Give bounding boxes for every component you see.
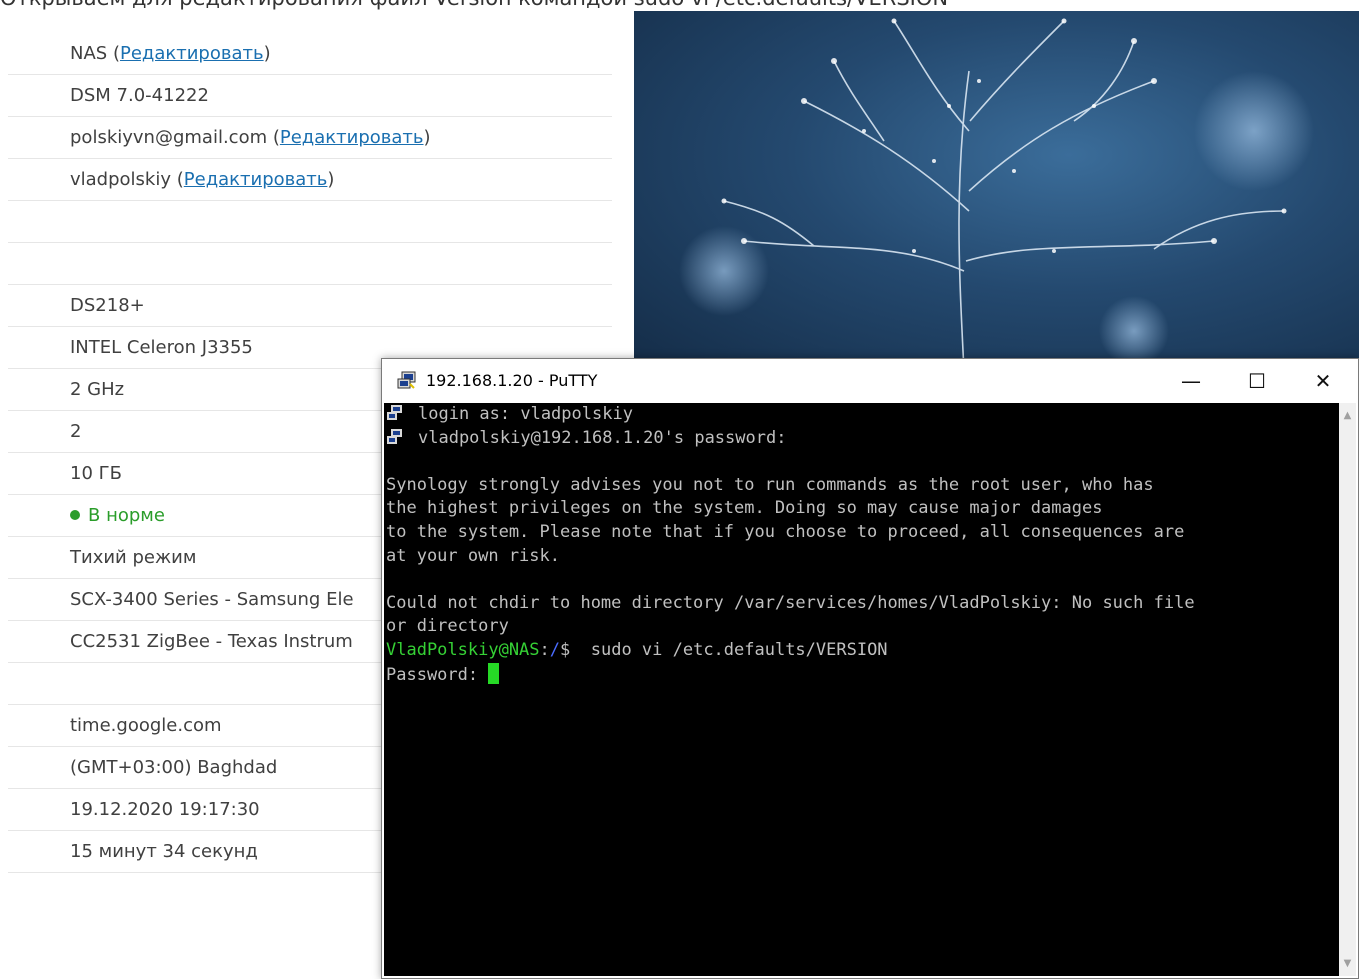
terminal-text: to the system. Please note that if you c…	[386, 521, 1185, 542]
info-value: 10 ГБ	[70, 463, 122, 484]
terminal-line: login as: vladpolskiy	[384, 403, 1339, 427]
scroll-up-icon[interactable]: ▲	[1339, 407, 1356, 424]
info-value: DSM 7.0-41222	[70, 85, 209, 106]
terminal-line: at your own risk.	[384, 545, 1339, 569]
status-text: В норме	[88, 505, 165, 526]
terminal-line: or directory	[384, 615, 1339, 639]
terminal-line: the highest privileges on the system. Do…	[384, 497, 1339, 521]
scroll-down-icon[interactable]: ▼	[1339, 955, 1356, 972]
terminal-line: Synology strongly advises you not to run…	[384, 474, 1339, 498]
info-value: SCX-3400 Series - Samsung Ele	[70, 589, 354, 610]
prompt-command: $ sudo vi /etc.defaults/VERSION	[560, 639, 888, 660]
terminal-text: the highest privileges on the system. Do…	[386, 498, 1103, 519]
terminal-text: vladpolskiy@192.168.1.20's password:	[418, 427, 787, 448]
terminal-text: login as: vladpolskiy	[418, 404, 633, 424]
minimize-button[interactable]: —	[1158, 359, 1224, 403]
terminal-text: Could not chdir to home directory /var/s…	[386, 592, 1195, 613]
wallpaper-image	[634, 11, 1359, 371]
terminal-text: Synology strongly advises you not to run…	[386, 474, 1154, 495]
info-value: (GMT+03:00) Baghdad	[70, 757, 278, 778]
terminal-scrollbar[interactable]: ▲ ▼	[1339, 403, 1356, 976]
info-row: polskiyvn@gmail.com (Редактировать)	[8, 117, 612, 159]
info-row: DSM 7.0-41222	[8, 75, 612, 117]
close-button[interactable]: ✕	[1290, 359, 1356, 403]
putty-titlebar[interactable]: 192.168.1.20 - PuTTY — ☐ ✕	[382, 359, 1358, 403]
info-row	[8, 201, 612, 243]
putty-app-icon	[397, 371, 416, 389]
maximize-button[interactable]: ☐	[1224, 359, 1290, 403]
info-value: INTEL Celeron J3355	[70, 337, 253, 358]
info-value: NAS	[70, 43, 108, 64]
terminal-text: at your own risk.	[386, 545, 560, 566]
info-value: 2 GHz	[70, 379, 125, 400]
edit-link[interactable]: Редактировать	[120, 43, 264, 64]
frost-plant-graphic	[679, 18, 1314, 371]
terminal-line: to the system. Please note that if you c…	[384, 521, 1339, 545]
info-value: CC2531 ZigBee - Texas Instrum	[70, 631, 353, 652]
info-value: vladpolskiy	[70, 169, 172, 190]
password-line: Password:	[384, 662, 1339, 687]
info-value: time.google.com	[70, 715, 222, 736]
info-row: vladpolskiy (Редактировать)	[8, 159, 612, 201]
terminal-line: vladpolskiy@192.168.1.20's password:	[384, 427, 1339, 451]
info-value: DS218+	[70, 295, 145, 316]
info-value: 19.12.2020 19:17:30	[70, 799, 260, 820]
prompt-separator: :	[539, 639, 550, 660]
terminal-area[interactable]: login as: vladpolskiy vladpolskiy@192.168…	[384, 403, 1339, 976]
password-prompt: Password:	[386, 664, 489, 685]
info-value: polskiyvn@gmail.com	[70, 127, 268, 148]
terminal-cursor	[488, 662, 500, 684]
edit-link[interactable]: Редактировать	[280, 127, 424, 148]
prompt-path: /	[549, 639, 561, 660]
putty-window[interactable]: 192.168.1.20 - PuTTY — ☐ ✕ login as: vla…	[381, 358, 1359, 979]
edit-link[interactable]: Редактировать	[184, 169, 328, 190]
terminal-text: or directory	[386, 616, 509, 637]
prompt-user: VladPolskiy@NAS	[386, 639, 540, 660]
info-row	[8, 243, 612, 285]
info-value: 2	[70, 421, 82, 442]
status-dot-icon	[70, 510, 80, 520]
info-value: Тихий режим	[70, 547, 197, 568]
putty-session-icon	[387, 405, 402, 420]
info-value: 15 минут 34 секунд	[70, 841, 258, 862]
info-row: NAS (Редактировать)	[8, 33, 612, 75]
putty-title: 192.168.1.20 - PuTTY	[426, 371, 598, 390]
info-row: DS218+	[8, 285, 612, 327]
shell-prompt-line: VladPolskiy@NAS:/$ sudo vi /etc.defaults…	[384, 639, 1339, 663]
putty-session-icon	[387, 428, 402, 444]
terminal-line: Could not chdir to home directory /var/s…	[384, 592, 1339, 616]
